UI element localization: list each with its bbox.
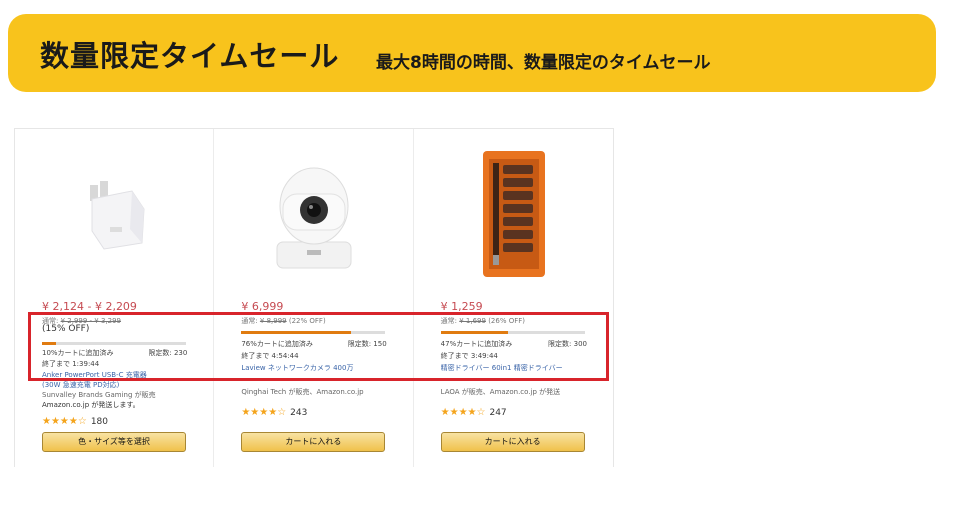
price: ¥ 6,999 [241,300,284,313]
shipping-info: Amazon.co.jp が発送します。 [42,401,140,409]
product-grid: ¥ 2,124 - ¥ 2,209 通常: ¥ 2,999 - ¥ 3,299 … [14,128,614,467]
list-price: 通常: ¥ 8,999 (22% OFF) [241,317,326,325]
price: ¥ 2,124 - ¥ 2,209 [42,300,137,313]
list-price: 通常: ¥ 1,699 (26% OFF) [440,317,526,325]
banner-subtitle: 最大8時間の時間、数量限定のタイムセール [376,53,711,73]
discount-label: (15% OFF) [42,324,90,334]
time-remaining: 終了まで 3:49:44 [440,352,498,360]
star-rating-icon: ★★★★☆ [241,407,287,418]
rating-count: 243 [290,408,308,418]
product-image[interactable] [414,139,614,289]
product-name-line2[interactable]: (30W 急速充電 PD対応) [42,380,187,390]
rating[interactable]: ★★★★☆ 180 [42,416,108,427]
claimed-text: 47%カートに追加済み [440,340,513,348]
seller-info: Sunvalley Brands Gaming が販売 [42,391,156,399]
product-image[interactable] [15,139,215,289]
time-remaining: 終了まで 4:54:44 [241,352,299,360]
price: ¥ 1,259 [440,300,483,313]
sale-banner: 数量限定タイムセール 最大8時間の時間、数量限定のタイムセール [8,14,936,92]
banner-title: 数量限定タイムセール [40,39,340,73]
claimed-progress-bar [440,331,585,334]
time-remaining: 終了まで 1:39:44 [42,360,100,368]
star-rating-icon: ★★★★☆ [42,416,87,427]
product-name[interactable]: Anker PowerPort USB-C 充電器 [42,370,187,380]
add-to-cart-button[interactable]: カートに入れる [241,432,386,452]
claimed-text: 10%カートに追加済み [42,349,114,357]
claimed-text: 76%カートに追加済み [241,340,313,348]
star-rating-icon: ★★★★☆ [440,407,486,418]
seller-info: LAOA が販売、Amazon.co.jp が発送 [440,388,561,396]
limit-text: 限定数: 230 [148,349,188,357]
claimed-progress-fill [42,342,57,345]
security-camera-icon [276,167,352,269]
claimed-progress-fill [241,331,351,334]
claimed-progress-bar [241,331,386,334]
limit-text: 限定数: 300 [548,340,587,348]
product-name[interactable]: 精密ドライバー 60in1 精密ドライバー [441,363,586,373]
screwdriver-set-icon [482,151,545,277]
product-card: ¥ 6,999 通常: ¥ 8,999 (22% OFF) 76%カートに追加済… [214,129,414,467]
rating[interactable]: ★★★★☆ 243 [241,407,307,418]
seller-info: Qinghai Tech が販売、Amazon.co.jp [241,388,364,396]
rating-count: 180 [90,417,109,427]
claimed-progress-fill [440,331,509,334]
rating[interactable]: ★★★★☆ 247 [441,407,507,418]
limit-text: 限定数: 150 [347,340,387,348]
select-options-button[interactable]: 色・サイズ等を選択 [42,432,186,452]
product-name[interactable]: Laview ネットワークカメラ 400万 [241,363,386,373]
add-to-cart-button[interactable]: カートに入れる [440,432,585,452]
product-card: ¥ 2,124 - ¥ 2,209 通常: ¥ 2,999 - ¥ 3,299 … [15,129,215,467]
rating-count: 247 [489,408,507,418]
product-card: ¥ 1,259 通常: ¥ 1,699 (26% OFF) 47%カートに追加済… [414,129,613,467]
usb-charger-icon [90,181,145,250]
product-image[interactable] [214,139,414,289]
claimed-progress-bar [42,342,186,345]
